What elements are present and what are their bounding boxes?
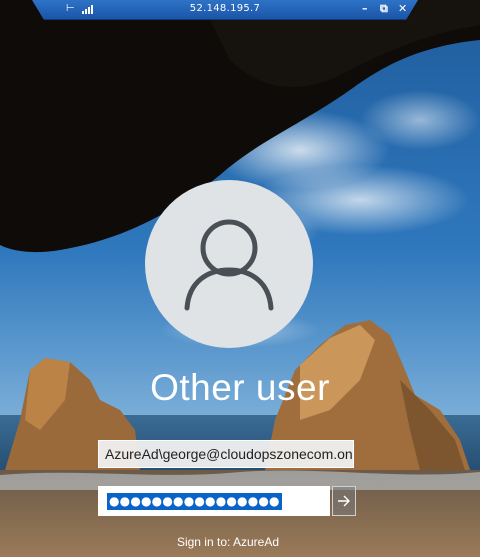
submit-button[interactable]: [332, 486, 356, 516]
connection-ip-address: 52.148.195.7: [189, 3, 261, 14]
remote-desktop-connection-bar: ⊢ 52.148.195.7 – ⧉ ✕: [32, 0, 418, 20]
user-icon: [184, 219, 274, 311]
username-input[interactable]: AzureAd\george@cloudopszonecom.onm: [98, 440, 354, 468]
user-avatar: [145, 180, 313, 348]
close-icon[interactable]: ✕: [398, 2, 407, 15]
password-input[interactable]: ●●●●●●●●●●●●●●●●: [98, 486, 330, 516]
restore-icon[interactable]: ⧉: [380, 2, 388, 16]
minimize-icon[interactable]: –: [362, 2, 368, 15]
arrow-right-icon: [338, 495, 350, 507]
user-name-title: Other user: [150, 367, 330, 408]
sign-in-domain-text: Sign in to: AzureAd: [176, 535, 280, 549]
password-masked-value: ●●●●●●●●●●●●●●●●: [107, 493, 282, 510]
